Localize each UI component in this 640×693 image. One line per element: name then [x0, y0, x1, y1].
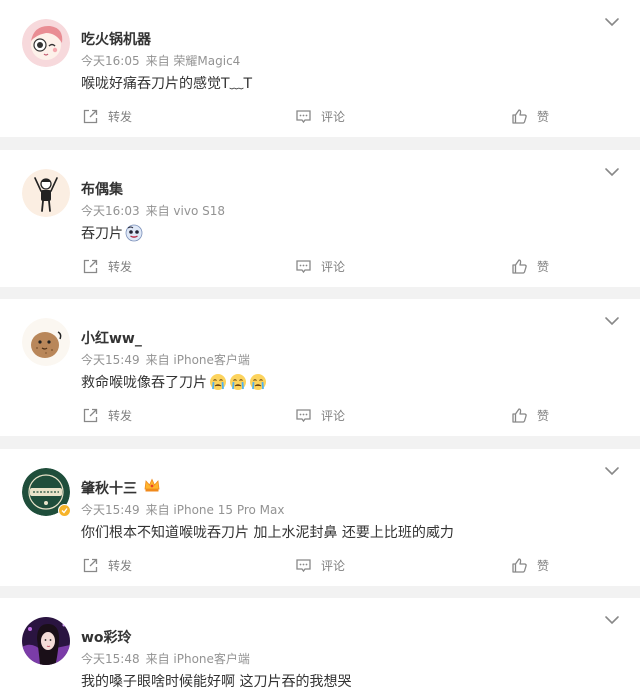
share-icon [83, 408, 98, 423]
chevron-down-icon[interactable] [604, 313, 620, 329]
share-button[interactable]: 转发 [82, 557, 132, 574]
username[interactable]: 小红ww_ [81, 328, 142, 348]
comment-label: 评论 [321, 409, 346, 423]
comment-time: 今天15:49 [81, 503, 140, 517]
comment-button[interactable]: 评论 [295, 258, 345, 275]
share-icon [83, 109, 98, 124]
comment-meta: 今天15:49 来自 iPhone客户端 [81, 351, 250, 368]
share-label: 转发 [108, 409, 133, 423]
comment-source: 来自 vivo S18 [145, 204, 225, 218]
comment-text: 吞刀片 [81, 223, 143, 243]
comment-button[interactable]: 评论 [295, 407, 345, 424]
share-label: 转发 [108, 559, 133, 573]
comment-text: 喉咙好痛吞刀片的感觉T﹏T [81, 73, 252, 93]
crown-icon [144, 478, 160, 492]
crying-emoji-icon [209, 373, 227, 391]
doge-emoji-icon [125, 224, 143, 242]
avatar[interactable] [22, 468, 71, 517]
like-label: 赞 [537, 260, 550, 274]
thumbs-up-icon [512, 558, 527, 573]
share-button[interactable]: 转发 [82, 108, 132, 125]
comment-icon [296, 409, 311, 423]
thumbs-up-icon [512, 408, 527, 423]
comment-source: 来自 iPhone客户端 [145, 652, 250, 666]
comment-text: 我的嗓子眼啥时候能好啊 这刀片吞的我想哭 [81, 671, 351, 691]
like-label: 赞 [537, 559, 550, 573]
username[interactable]: 吃火锅机器 [81, 29, 151, 49]
crying-emoji-icon [229, 373, 247, 391]
chevron-down-icon[interactable] [604, 14, 620, 30]
comment-card: wo彩玲 今天15:48 来自 iPhone客户端 我的嗓子眼啥时候能好啊 这刀片… [0, 598, 640, 693]
share-icon [83, 558, 98, 573]
comment-label: 评论 [321, 260, 346, 274]
comment-source: 来自 荣耀Magic4 [145, 54, 241, 68]
comment-text: 你们根本不知道喉咙吞刀片 加上水泥封鼻 还要上比班的威力 [81, 522, 454, 542]
comment-card: 肇秋十三 今天15:49 来自 iPhone 15 Pro Max 你们根本不知道… [0, 449, 640, 586]
comment-icon [296, 110, 311, 124]
avatar[interactable] [22, 19, 70, 67]
verified-badge-icon [58, 504, 71, 517]
comment-label: 评论 [321, 110, 346, 124]
comment-text-body: 你们根本不知道喉咙吞刀片 加上水泥封鼻 还要上比班的威力 [81, 525, 454, 541]
chevron-down-icon[interactable] [604, 612, 620, 628]
crying-emoji-icon [249, 373, 267, 391]
username[interactable]: 肇秋十三 [81, 478, 137, 498]
comment-card: 布偶集 今天16:03 来自 vivo S18 吞刀片 转发 评论 赞 [0, 150, 640, 287]
comment-time: 今天15:48 [81, 652, 140, 666]
chevron-down-icon[interactable] [604, 463, 620, 479]
chevron-down-icon[interactable] [604, 164, 620, 180]
comment-button[interactable]: 评论 [295, 557, 345, 574]
potato-avatar-icon [22, 318, 70, 366]
comment-meta: 今天15:49 来自 iPhone 15 Pro Max [81, 501, 284, 518]
comment-icon [296, 559, 311, 573]
share-icon [83, 259, 98, 274]
share-label: 转发 [108, 110, 133, 124]
comment-source: 来自 iPhone客户端 [145, 353, 250, 367]
stick-figure-avatar-icon [22, 169, 70, 217]
comment-icon [296, 260, 311, 274]
avatar[interactable] [22, 318, 70, 366]
share-button[interactable]: 转发 [82, 258, 132, 275]
comment-text: 救命喉咙像吞了刀片 [81, 372, 267, 392]
like-button[interactable]: 赞 [511, 557, 549, 574]
comment-time: 今天16:03 [81, 204, 140, 218]
comment-meta: 今天15:48 来自 iPhone客户端 [81, 650, 250, 667]
thumbs-up-icon [512, 109, 527, 124]
share-label: 转发 [108, 260, 133, 274]
like-button[interactable]: 赞 [511, 258, 549, 275]
comment-text-body: 救命喉咙像吞了刀片 [81, 375, 207, 391]
share-button[interactable]: 转发 [82, 407, 132, 424]
comment-text-body: 吞刀片 [81, 226, 123, 242]
comment-button[interactable]: 评论 [295, 108, 345, 125]
comment-text-body: 我的嗓子眼啥时候能好啊 这刀片吞的我想哭 [81, 674, 352, 690]
like-label: 赞 [537, 110, 550, 124]
comment-card: 吃火锅机器 今天16:05 来自 荣耀Magic4 喉咙好痛吞刀片的感觉T﹏T 转… [0, 0, 640, 137]
comment-time: 今天15:49 [81, 353, 140, 367]
thumbs-up-icon [512, 259, 527, 274]
comment-time: 今天16:05 [81, 54, 140, 68]
username[interactable]: 布偶集 [81, 179, 123, 199]
like-label: 赞 [537, 409, 550, 423]
avatar[interactable] [22, 169, 70, 217]
like-button[interactable]: 赞 [511, 108, 549, 125]
cartoon-girl-avatar-icon [22, 19, 70, 67]
comment-meta: 今天16:03 来自 vivo S18 [81, 202, 225, 219]
comment-label: 评论 [321, 559, 346, 573]
avatar[interactable] [22, 617, 70, 665]
comment-meta: 今天16:05 来自 荣耀Magic4 [81, 52, 240, 69]
comment-card: 小红ww_ 今天15:49 来自 iPhone客户端 救命喉咙像吞了刀片 转发 评… [0, 299, 640, 436]
comment-source: 来自 iPhone 15 Pro Max [145, 503, 285, 517]
comment-text-body: 喉咙好痛吞刀片的感觉T﹏T [81, 76, 253, 92]
like-button[interactable]: 赞 [511, 407, 549, 424]
username[interactable]: wo彩玲 [81, 627, 132, 647]
girl-photo-avatar-icon [22, 617, 70, 665]
